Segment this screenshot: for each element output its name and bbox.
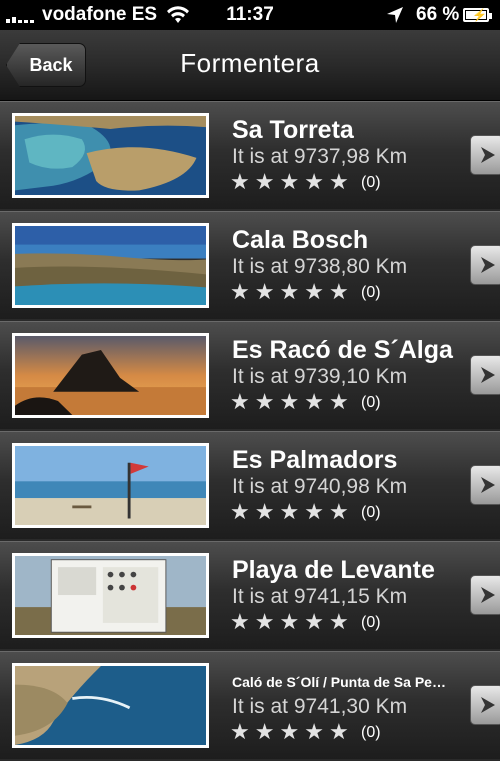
star-icon: ★ [328, 719, 349, 744]
star-icon: ★ [304, 499, 324, 524]
star-icon: ★ [304, 719, 324, 744]
star-icon: ★ [279, 719, 300, 744]
star-icon: ★ [304, 609, 324, 634]
beach-name: Es Palmadors [232, 446, 398, 474]
star-icon: ★ [279, 609, 300, 634]
beach-distance: It is at 9739,10 Km [232, 365, 408, 388]
star-icon: ★ [304, 389, 324, 414]
chevron-right-icon[interactable] [470, 685, 500, 725]
star-icon: ★ [328, 499, 349, 524]
rating-stars: ★ ★ ★ ★ ★ [230, 281, 349, 303]
beach-distance: It is at 9738,80 Km [232, 255, 408, 278]
location-arrow-icon [387, 7, 403, 23]
beach-distance: It is at 9740,98 Km [232, 475, 408, 498]
star-icon: ★ [304, 169, 324, 194]
chevron-right-icon[interactable] [470, 575, 500, 615]
beach-name: Caló de S´Olí / Punta de Sa Pe… [232, 674, 446, 690]
rating-stars: ★ ★ ★ ★ ★ [230, 721, 349, 743]
star-icon: ★ [254, 169, 275, 194]
sunset-rock-photo [12, 333, 209, 418]
star-icon: ★ [254, 609, 275, 634]
battery-charging-icon: ⚡ [463, 8, 492, 22]
beach-distance: It is at 9741,15 Km [232, 585, 408, 608]
navigation-bar: Back Formentera [0, 30, 500, 101]
lagoon-aerial-photo [12, 113, 209, 198]
star-icon: ★ [279, 169, 300, 194]
star-icon: ★ [230, 169, 250, 194]
beach-name: Cala Bosch [232, 226, 369, 254]
rating-count: (0) [361, 614, 381, 631]
page-title: Formentera [180, 48, 320, 78]
beach-name: Es Racó de S´Alga [232, 336, 453, 364]
beach-name: Sa Torreta [232, 116, 354, 144]
rating-count: (0) [361, 174, 381, 191]
status-bar: vodafone ES 11:37 66 % ⚡ [0, 0, 500, 30]
headland-aerial-photo [12, 663, 209, 748]
beach-name: Playa de Levante [232, 556, 435, 584]
star-icon: ★ [230, 389, 250, 414]
star-icon: ★ [230, 719, 250, 744]
star-icon: ★ [328, 609, 349, 634]
beach-list: Sa Torreta It is at 9737,98 Km ★ ★ ★ ★ ★ (0)… [0, 101, 500, 761]
info-sign-photo [12, 553, 209, 638]
star-icon: ★ [254, 279, 275, 304]
rating-count: (0) [361, 504, 381, 521]
star-icon: ★ [279, 499, 300, 524]
beach-row[interactable]: Sa Torreta It is at 9737,98 Km ★ ★ ★ ★ ★ (0) [0, 101, 500, 209]
beach-flag-photo [12, 443, 209, 528]
star-icon: ★ [230, 499, 250, 524]
star-icon: ★ [328, 279, 349, 304]
star-icon: ★ [328, 389, 349, 414]
rating-stars: ★ ★ ★ ★ ★ [230, 171, 349, 193]
star-icon: ★ [279, 279, 300, 304]
chevron-right-icon[interactable] [470, 135, 500, 175]
star-icon: ★ [254, 499, 275, 524]
beach-row[interactable]: Es Palmadors It is at 9740,98 Km ★ ★ ★ ★ ★ (… [0, 431, 500, 539]
battery-percent: 66 % [416, 4, 460, 25]
chevron-right-icon[interactable] [470, 465, 500, 505]
beach-row[interactable]: Playa de Levante It is at 9741,15 Km ★ ★ ★… [0, 541, 500, 649]
chevron-right-icon[interactable] [470, 245, 500, 285]
star-icon: ★ [254, 389, 275, 414]
star-icon: ★ [230, 609, 250, 634]
beach-row[interactable]: Caló de S´Olí / Punta de Sa Pe… It is at… [0, 651, 500, 759]
rating-count: (0) [361, 284, 381, 301]
star-icon: ★ [230, 279, 250, 304]
rating-stars: ★ ★ ★ ★ ★ [230, 611, 349, 633]
rating-stars: ★ ★ ★ ★ ★ [230, 391, 349, 413]
rating-count: (0) [361, 724, 381, 741]
star-icon: ★ [328, 169, 349, 194]
beach-distance: It is at 9741,30 Km [232, 695, 408, 718]
star-icon: ★ [304, 279, 324, 304]
star-icon: ★ [254, 719, 275, 744]
rating-stars: ★ ★ ★ ★ ★ [230, 501, 349, 523]
rating-count: (0) [361, 394, 381, 411]
beach-row[interactable]: Es Racó de S´Alga It is at 9739,10 Km ★ ★… [0, 321, 500, 429]
star-icon: ★ [279, 389, 300, 414]
beach-row[interactable]: Cala Bosch It is at 9738,80 Km ★ ★ ★ ★ ★ (0) [0, 211, 500, 319]
beach-distance: It is at 9737,98 Km [232, 145, 408, 168]
coast-panorama-photo [12, 223, 209, 308]
chevron-right-icon[interactable] [470, 355, 500, 395]
